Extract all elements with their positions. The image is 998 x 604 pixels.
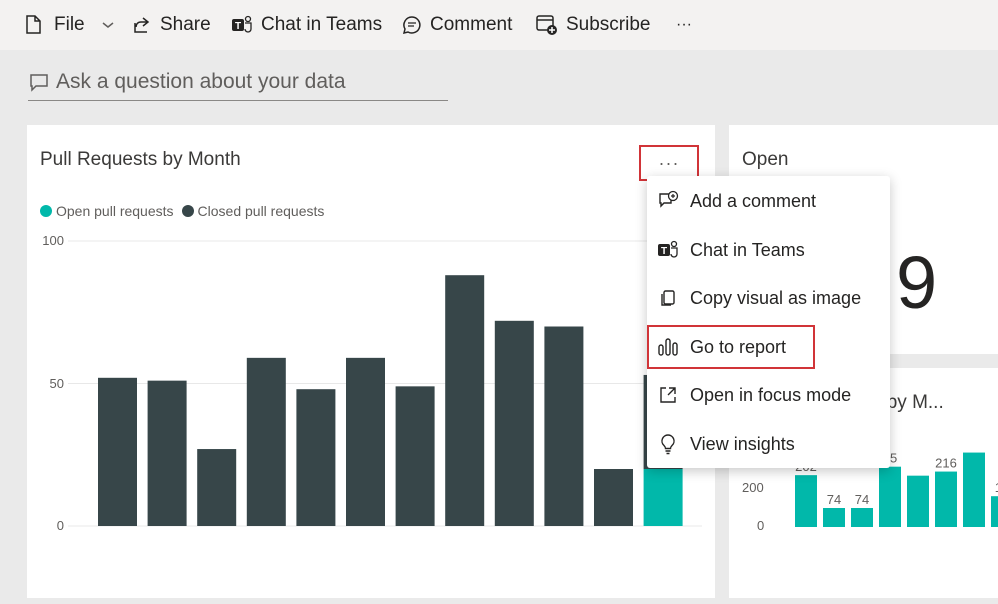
teams-icon: T [657, 239, 679, 261]
svg-text:T: T [661, 246, 667, 257]
data-label: 74 [855, 492, 869, 507]
menu-item-label: Copy visual as image [690, 287, 862, 308]
bar [795, 475, 817, 527]
menu-item-copy-visual[interactable]: Copy visual as image [647, 278, 890, 318]
go-to-report-highlight [647, 325, 815, 369]
bar [879, 466, 901, 527]
menu-item-label: Open in focus mode [690, 384, 852, 405]
comment-add-icon [657, 190, 679, 212]
context-menu: Add a comment T Chat in Teams Copy visua… [647, 176, 890, 468]
menu-item-label: Chat in Teams [690, 239, 805, 260]
bar [935, 471, 957, 527]
bar [991, 496, 998, 527]
bar [907, 475, 929, 527]
menu-item-view-insights[interactable]: View insights [647, 424, 890, 464]
copy-icon [657, 287, 679, 309]
bar [823, 508, 845, 527]
menu-item-chat-in-teams[interactable]: T Chat in Teams [647, 230, 890, 270]
menu-item-focus-mode[interactable]: Open in focus mode [647, 375, 890, 415]
menu-item-label: Add a comment [690, 190, 817, 211]
focus-mode-icon [657, 384, 679, 406]
bar [851, 508, 873, 527]
data-label: 216 [935, 456, 957, 471]
lightbulb-icon [657, 433, 679, 455]
bar [963, 452, 985, 527]
data-label: 74 [827, 492, 841, 507]
menu-item-add-comment[interactable]: Add a comment [647, 181, 890, 221]
visual-more-label: ··· [658, 152, 680, 173]
menu-item-label: View insights [690, 433, 795, 454]
